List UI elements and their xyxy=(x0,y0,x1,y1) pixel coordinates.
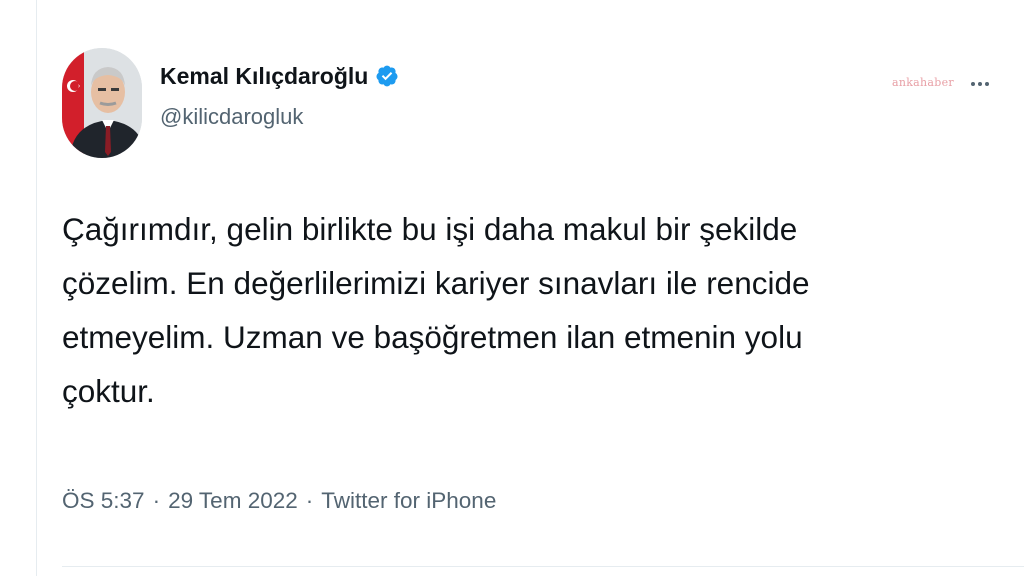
more-options-icon[interactable] xyxy=(968,72,992,96)
tweet-text: Çağırımdır, gelin birlikte bu işi daha m… xyxy=(62,211,810,409)
display-name-row: Kemal Kılıçdaroğlu xyxy=(160,58,399,94)
left-divider xyxy=(36,0,37,576)
cropped-top-text: ▀▀ ▀ ▀ ▀▀▀ ▀▀▀ xyxy=(155,0,359,9)
watermark-logo: ankahaber xyxy=(891,76,954,89)
bottom-divider xyxy=(62,566,1024,567)
tweet-source[interactable]: Twitter for iPhone xyxy=(321,488,496,514)
tweet-screenshot: ▀▀ ▀ ▀ ▀▀▀ ▀▀▀ Kemal Kılıçdaroğ xyxy=(0,0,1024,576)
tweet-header: Kemal Kılıçdaroğlu @kilicdarogluk ankaha… xyxy=(62,48,1012,158)
author-display-name[interactable]: Kemal Kılıçdaroğlu xyxy=(160,63,368,90)
tweet-meta: ÖS 5:37 · 29 Tem 2022 · Twitter for iPho… xyxy=(62,488,496,514)
author-handle[interactable]: @kilicdarogluk xyxy=(160,104,399,130)
meta-separator: · xyxy=(305,488,314,513)
tweet-date[interactable]: 29 Tem 2022 xyxy=(168,488,298,514)
verified-badge-icon xyxy=(376,65,398,87)
author-avatar[interactable] xyxy=(62,48,142,158)
author-info: Kemal Kılıçdaroğlu @kilicdarogluk xyxy=(160,58,399,130)
tweet-time[interactable]: ÖS 5:37 xyxy=(62,488,145,514)
avatar-photo xyxy=(62,48,142,158)
meta-separator: · xyxy=(152,488,161,513)
